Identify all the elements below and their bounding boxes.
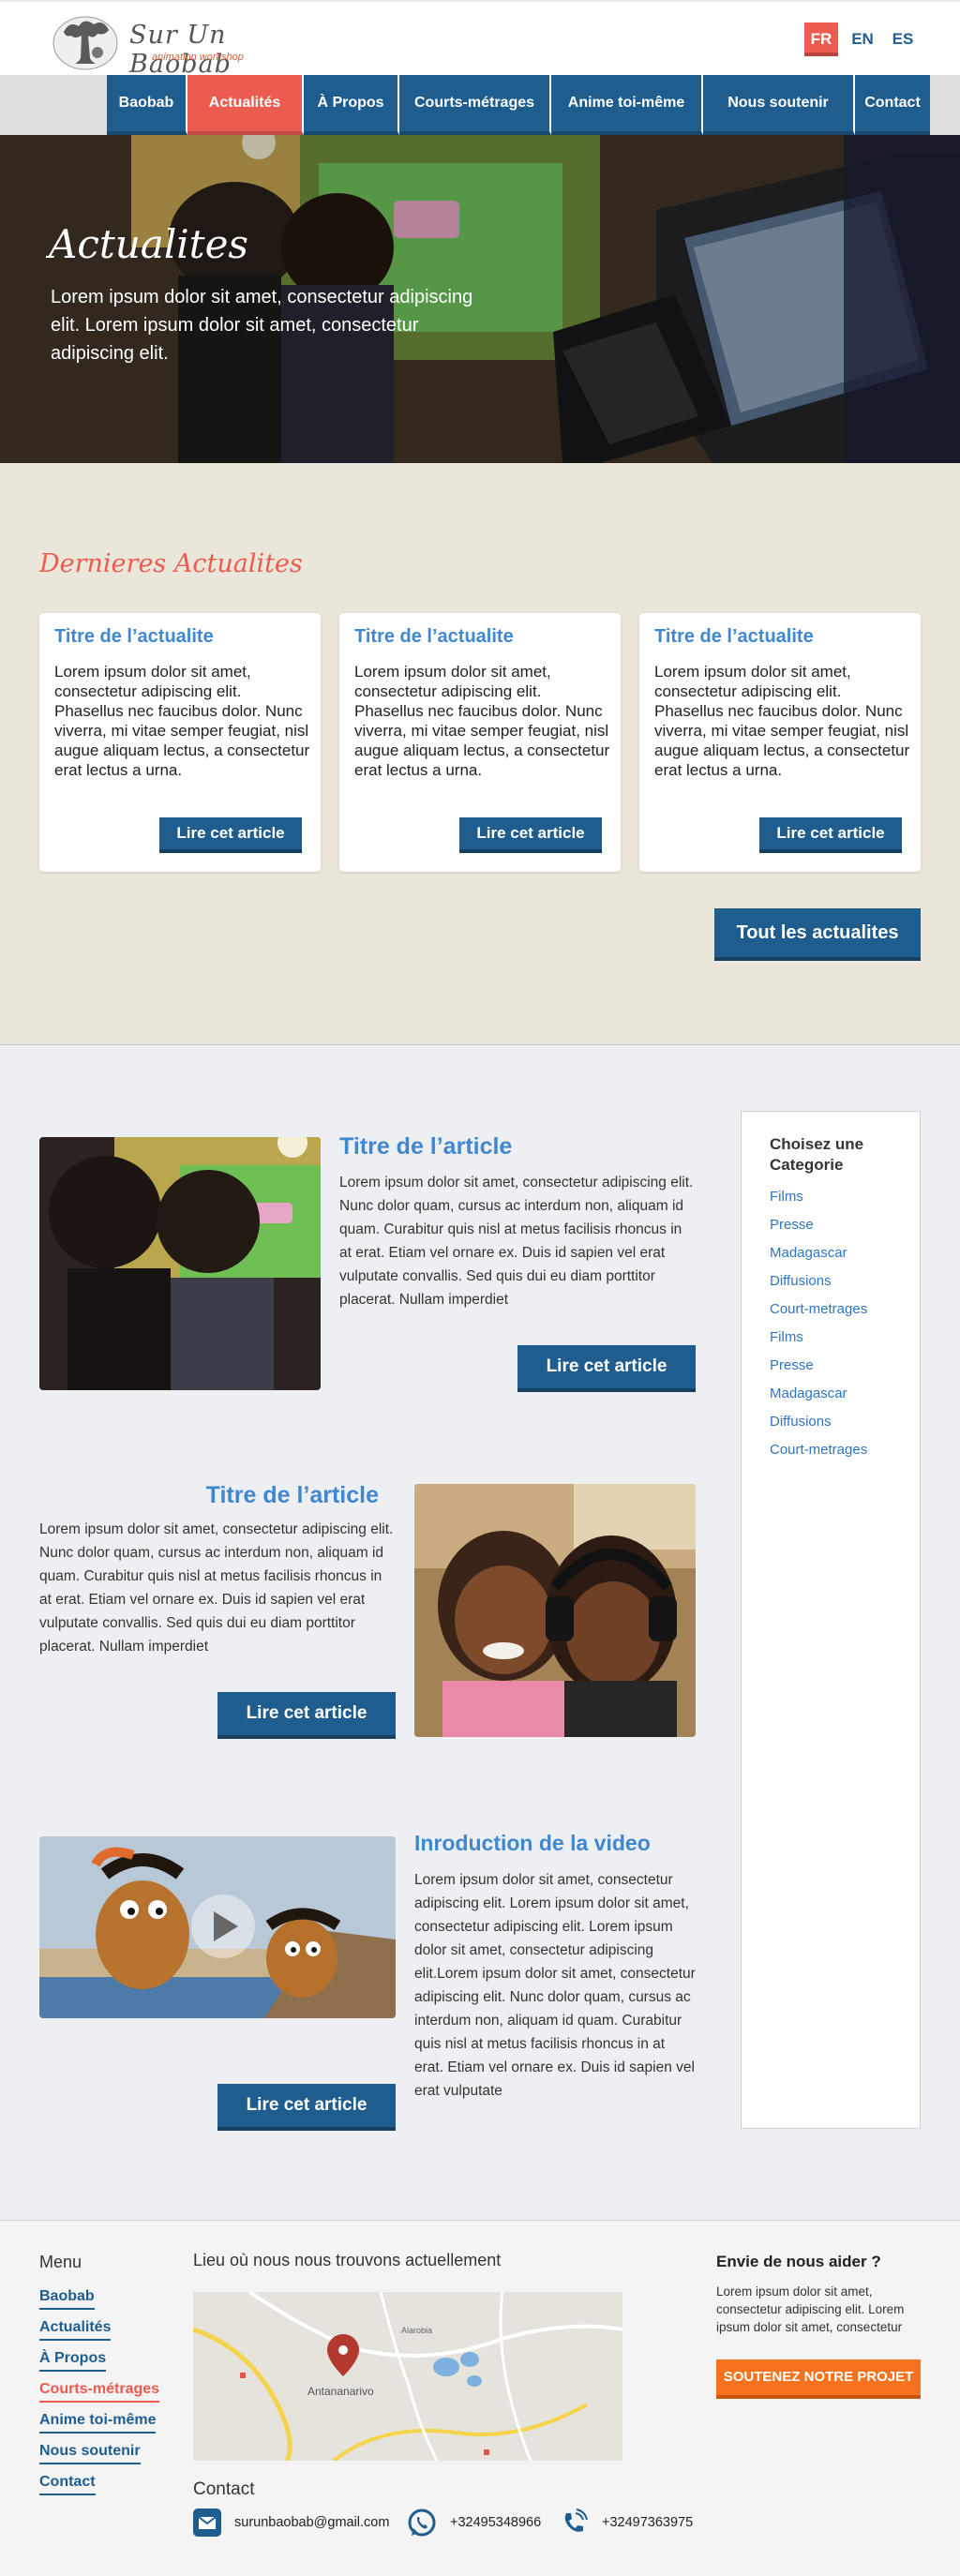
read-article-button[interactable]: Lire cet article (218, 2084, 396, 2131)
nav-contact[interactable]: Contact (855, 75, 930, 135)
article-title[interactable]: Inroduction de la video (414, 1831, 651, 1856)
news-card-title[interactable]: Titre de l’actualite (354, 626, 514, 648)
header: Sur Un Baobab animation workshop FR EN E… (0, 0, 960, 79)
contact-phone-text: +32497363975 (602, 2515, 694, 2530)
read-article-button[interactable]: Lire cet article (159, 817, 302, 853)
contact-title: Contact (193, 2479, 255, 2499)
all-news-button[interactable]: Tout les actualites (714, 908, 921, 961)
location-title: Lieu où nous nous trouvons actuellement (193, 2251, 502, 2269)
hero-banner: Actualites Lorem ipsum dolor sit amet, c… (0, 135, 960, 463)
read-article-button[interactable]: Lire cet article (518, 1345, 696, 1392)
contact-phone[interactable]: +32497363975 (559, 2508, 693, 2538)
footer-link-actualites[interactable]: Actualités (39, 2319, 112, 2341)
news-card: Titre de l’actualite Lorem ipsum dolor s… (339, 613, 621, 872)
category-link[interactable]: Films (770, 1329, 803, 1345)
contact-whatsapp[interactable]: +32495348966 (407, 2508, 541, 2538)
video-thumbnail[interactable] (39, 1836, 396, 2018)
news-card-text: Lorem ipsum dolor sit amet, consectetur … (354, 663, 610, 779)
news-card-text: Lorem ipsum dolor sit amet, consectetur … (54, 663, 310, 779)
article-image[interactable] (39, 1137, 321, 1390)
nav-courts-metrages[interactable]: Courts-métrages (399, 75, 551, 135)
news-card-text: Lorem ipsum dolor sit amet, consectetur … (654, 663, 910, 779)
article-title[interactable]: Titre de l’article (39, 1482, 379, 1509)
news-card-title[interactable]: Titre de l’actualite (654, 626, 814, 648)
category-link[interactable]: Diffusions (770, 1414, 832, 1430)
help-text: Lorem ipsum dolor sit amet, consectetur … (716, 2284, 905, 2334)
category-link[interactable]: Madagascar (770, 1385, 848, 1401)
lang-es[interactable]: ES (886, 22, 920, 56)
main-nav: Baobab Actualités À Propos Courts-métrag… (107, 75, 930, 135)
article-title[interactable]: Titre de l’article (339, 1133, 512, 1161)
nav-baobab[interactable]: Baobab (107, 75, 188, 135)
news-card: Titre de l’actualite Lorem ipsum dolor s… (639, 613, 921, 872)
article-image[interactable] (414, 1484, 696, 1737)
contact-whatsapp-text: +32495348966 (450, 2515, 542, 2530)
read-article-button[interactable]: Lire cet article (759, 817, 902, 853)
nav-nous-soutenir[interactable]: Nous soutenir (703, 75, 855, 135)
logo-subtitle: animation workshop (152, 52, 244, 63)
hero-text: Lorem ipsum dolor sit amet, consectetur … (51, 287, 473, 364)
category-link[interactable]: Diffusions (770, 1273, 832, 1289)
footer-link-a-propos[interactable]: À Propos (39, 2350, 107, 2372)
map-place-label: Alarobia (401, 2326, 432, 2335)
category-sidebar: Choisez une Categorie Films Presse Madag… (741, 1111, 921, 2129)
article-text: Lorem ipsum dolor sit amet, consectetur … (339, 1175, 694, 1308)
site-logo[interactable]: Sur Un Baobab animation workshop (51, 11, 276, 79)
article-text: Lorem ipsum dolor sit amet, consectetur … (39, 1521, 394, 1655)
map-graphic: Antananarivo Alarobia (193, 2292, 622, 2461)
article-photo (39, 1137, 321, 1390)
category-link[interactable]: Presse (770, 1217, 814, 1233)
footer-link-anime-toi-meme[interactable]: Anime toi-même (39, 2412, 157, 2434)
help-title: Envie de nous aider ? (716, 2253, 881, 2270)
category-link[interactable]: Madagascar (770, 1245, 848, 1261)
footer-link-nous-soutenir[interactable]: Nous soutenir (39, 2443, 141, 2464)
footer-link-courts-metrages[interactable]: Courts-métrages (39, 2381, 160, 2403)
footer-link-baobab[interactable]: Baobab (39, 2288, 95, 2310)
category-link[interactable]: Court-metrages (770, 1301, 867, 1317)
logo-title: Sur Un Baobab (129, 21, 232, 79)
contact-email-text: surunbaobab@gmail.com (234, 2515, 390, 2530)
footer-link-contact[interactable]: Contact (39, 2474, 96, 2495)
news-card: Titre de l’actualite Lorem ipsum dolor s… (39, 613, 321, 872)
category-link[interactable]: Presse (770, 1357, 814, 1373)
nav-actualites[interactable]: Actualités (188, 75, 304, 135)
hero-title: Actualites (49, 221, 248, 267)
phone-icon (564, 2509, 588, 2532)
category-link[interactable]: Films (770, 1189, 803, 1205)
article-text: Lorem ipsum dolor sit amet, consectetur … (414, 1872, 696, 2099)
read-article-button[interactable]: Lire cet article (459, 817, 602, 853)
lang-en[interactable]: EN (846, 22, 879, 56)
location-map[interactable]: Antananarivo Alarobia (193, 2292, 622, 2461)
footer: Menu Baobab Actualités À Propos Courts-m… (0, 2220, 960, 2576)
latest-news-section: Dernieres Actualites Titre de l’actualit… (0, 463, 960, 1044)
nav-a-propos[interactable]: À Propos (304, 75, 399, 135)
video-still (39, 1836, 396, 2018)
footer-menu-title: Menu (39, 2253, 82, 2271)
lang-fr[interactable]: FR (804, 22, 838, 56)
article-photo (414, 1484, 696, 1737)
category-title: Choisez une Categorie (770, 1135, 864, 1174)
support-project-button[interactable]: SOUTENEZ NOTRE PROJET (716, 2359, 921, 2399)
read-article-button[interactable]: Lire cet article (218, 1692, 396, 1739)
latest-news-heading: Dernieres Actualites (39, 549, 303, 578)
category-link[interactable]: Court-metrages (770, 1442, 867, 1458)
nav-anime-toi-meme[interactable]: Anime toi-même (551, 75, 703, 135)
baobab-tree-icon (52, 16, 118, 70)
whatsapp-icon (408, 2509, 436, 2537)
news-card-title[interactable]: Titre de l’actualite (54, 626, 214, 648)
articles-section: Titre de l’article Lorem ipsum dolor sit… (0, 1044, 960, 2220)
contact-email[interactable]: surunbaobab@gmail.com (193, 2508, 389, 2538)
email-icon (193, 2509, 221, 2537)
map-city-label: Antananarivo (308, 2385, 374, 2398)
